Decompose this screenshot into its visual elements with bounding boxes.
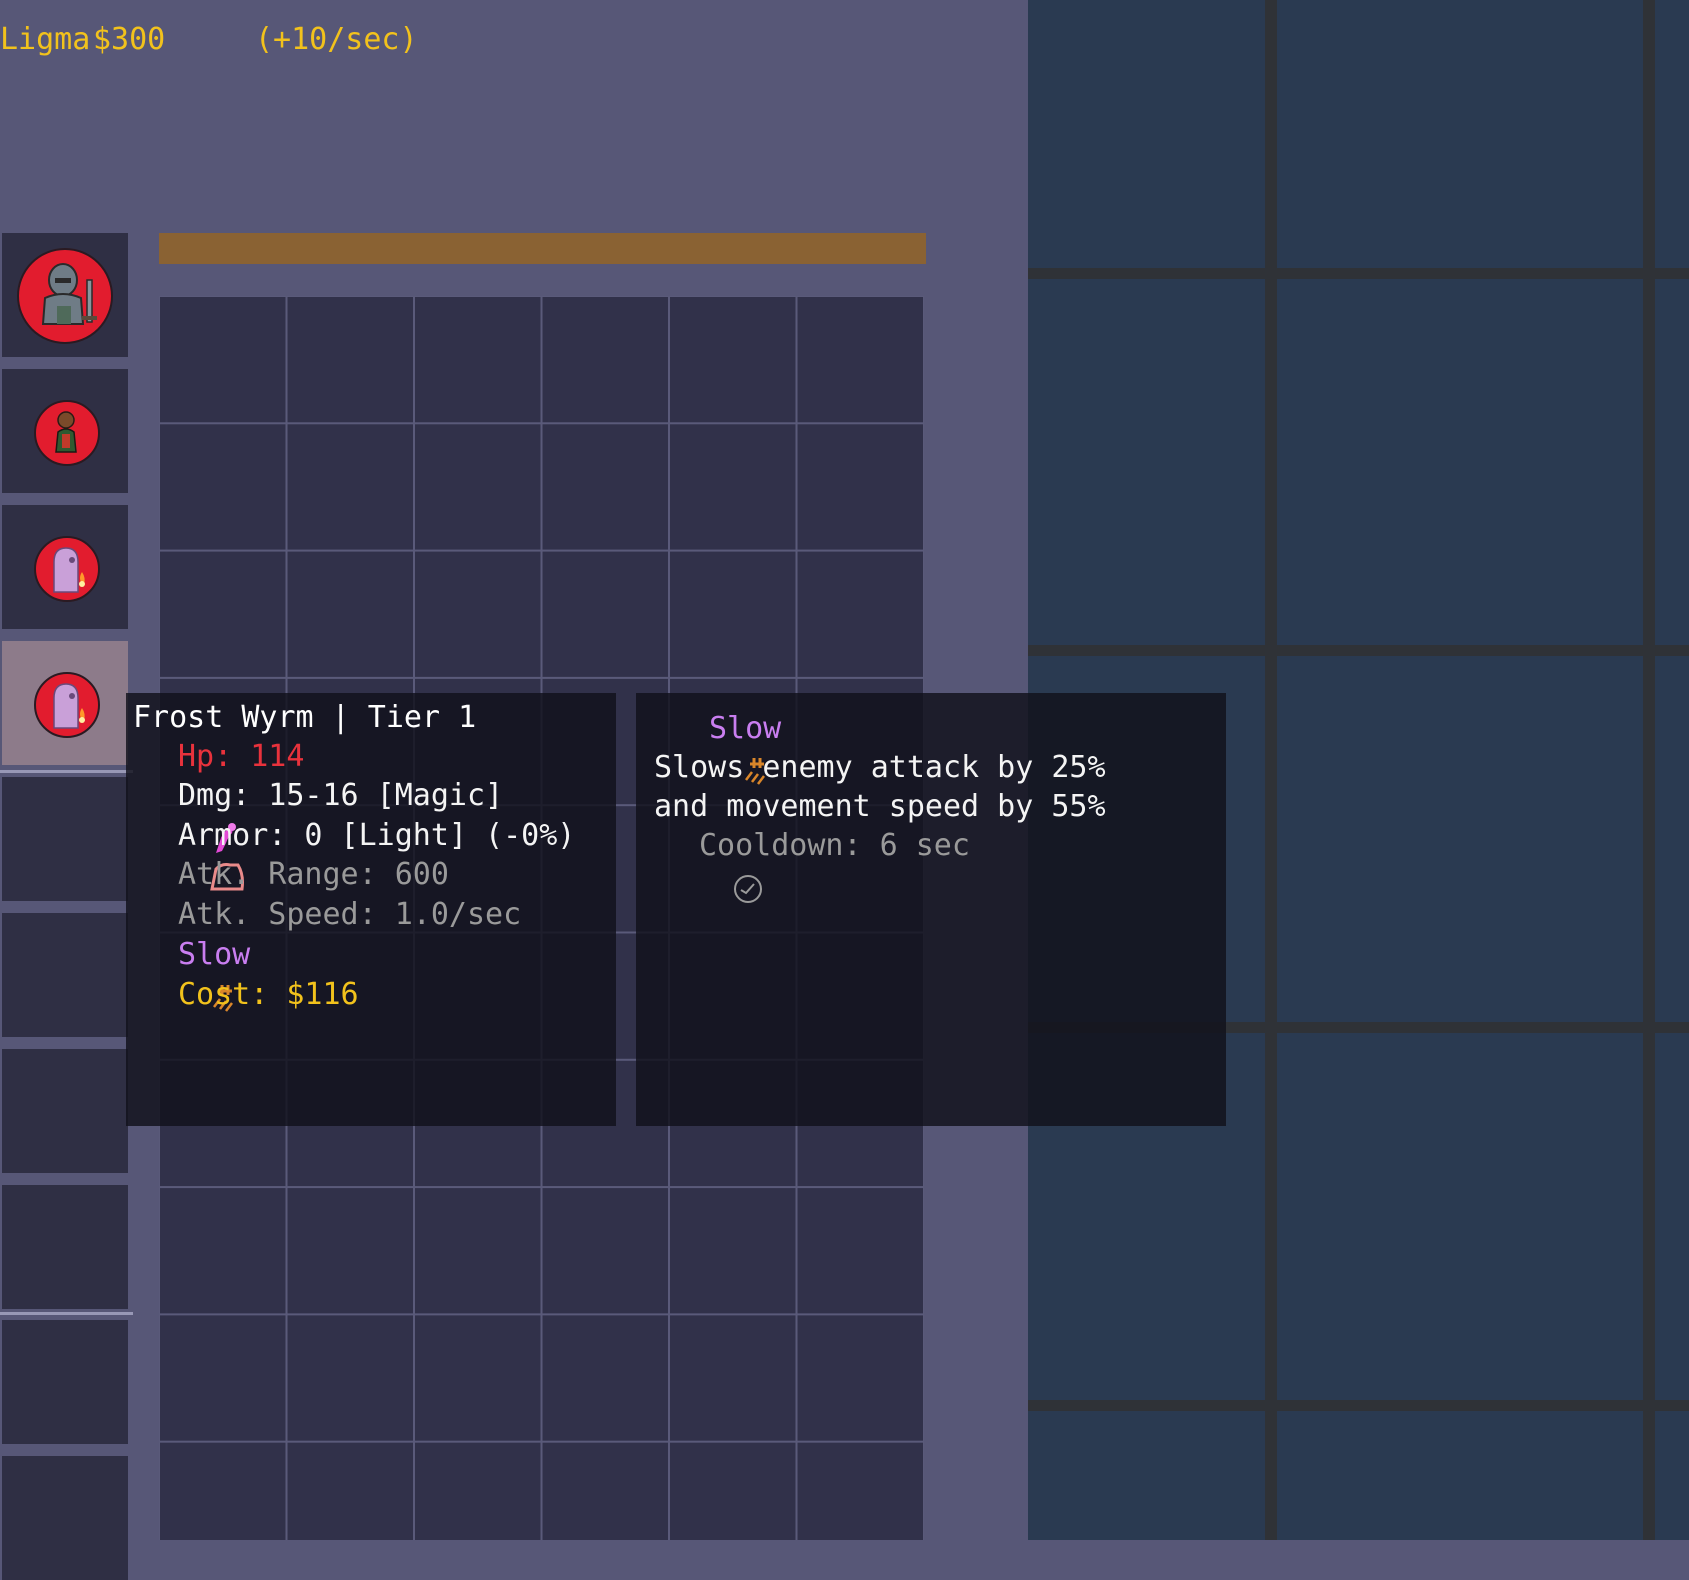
- unit-slot-1[interactable]: [2, 233, 128, 357]
- game-field-gridline: [1028, 268, 1689, 279]
- game-field-gridline: [1028, 645, 1689, 656]
- ability-description-line1: Slows enemy attack by 25%: [654, 750, 1106, 785]
- unit-slot-5[interactable]: [2, 777, 128, 901]
- slot-separator: [0, 1312, 133, 1315]
- unit-slot-3[interactable]: [2, 505, 128, 629]
- progress-bar: [159, 233, 926, 264]
- unit-attack-speed: Atk. Speed: 1.0/sec: [178, 897, 522, 932]
- unit-attack-range: Atk. Range: 600: [178, 857, 449, 892]
- ability-description-line2: and movement speed by 55%: [654, 789, 1106, 824]
- game-field-gridline: [1643, 0, 1655, 1540]
- armored-knight-icon: [17, 248, 113, 344]
- unit-slot-2[interactable]: [2, 369, 128, 493]
- slot-separator: [0, 770, 133, 773]
- money-display: $300: [93, 22, 166, 57]
- ability-tooltip: Slow Slows enemy attack by 25% and movem…: [636, 693, 1226, 1126]
- unit-slot-4[interactable]: [2, 641, 128, 765]
- unit-damage: Dmg: 15-16 [Magic]: [178, 778, 504, 813]
- unit-hp: Hp: 114: [178, 739, 305, 774]
- frost-wyrm-icon: [34, 672, 100, 738]
- unit-ability: Slow: [178, 937, 251, 972]
- unit-slot-7[interactable]: [2, 1049, 128, 1173]
- unit-slot-10[interactable]: [2, 1456, 128, 1580]
- unit-slot-8[interactable]: [2, 1185, 128, 1309]
- frost-wyrm-icon: [34, 536, 100, 602]
- hud-bar: Ligma $300 (+10/sec): [0, 22, 418, 62]
- unit-armor: Armor: 0 [Light] (-0%): [178, 818, 576, 853]
- unit-slot-9[interactable]: [2, 1320, 128, 1444]
- income-display: (+10/sec): [255, 22, 418, 57]
- unit-title: Frost Wyrm | Tier 1: [133, 700, 477, 735]
- unit-slot-6[interactable]: [2, 913, 128, 1037]
- ability-name: Slow: [709, 711, 782, 746]
- game-field-gridline: [1265, 0, 1277, 1540]
- unit-cost: Cost: $116: [178, 977, 359, 1012]
- ability-cooldown: Cooldown: 6 sec: [699, 828, 970, 863]
- ranger-icon: [34, 400, 100, 466]
- unit-tooltip: Frost Wyrm | Tier 1 Hp: 114 Dmg: 15-16 […: [126, 693, 616, 1126]
- player-name: Ligma: [0, 22, 91, 57]
- game-field-gridline: [1028, 1400, 1689, 1411]
